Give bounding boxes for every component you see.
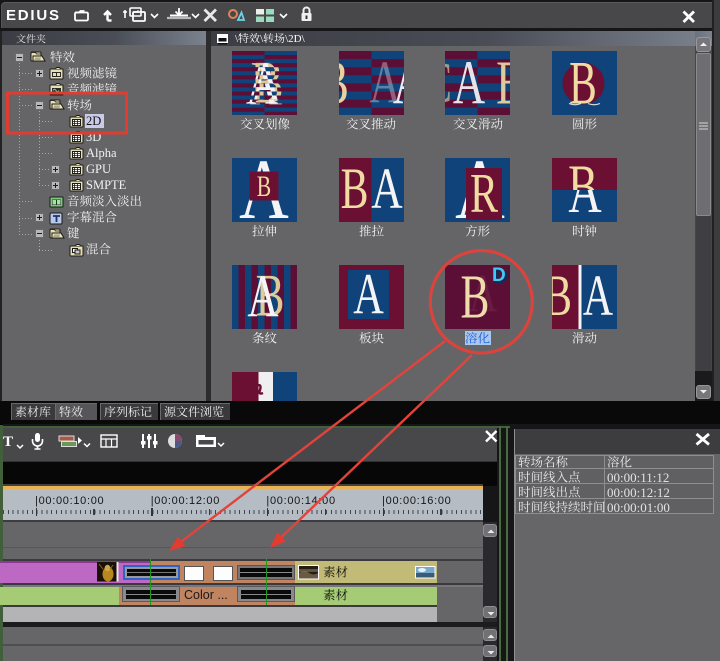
svg-text:B: B <box>340 158 368 221</box>
svg-text:A: A <box>247 265 278 329</box>
svg-text:B: B <box>339 51 349 115</box>
svg-text:B: B <box>569 51 597 115</box>
svg-text:B: B <box>257 169 271 202</box>
svg-text:A: A <box>353 265 384 326</box>
svg-text:A: A <box>583 265 614 328</box>
svg-text:R: R <box>470 162 498 222</box>
svg-text:T: T <box>3 434 13 450</box>
svg-text:A: A <box>371 158 402 222</box>
svg-text:C: C <box>445 51 452 115</box>
svg-text:B: B <box>552 265 572 328</box>
svg-text:B: B <box>496 51 510 115</box>
svg-text:B: B <box>461 265 490 329</box>
svg-text:A: A <box>453 51 485 115</box>
svg-text:A: A <box>369 51 400 115</box>
